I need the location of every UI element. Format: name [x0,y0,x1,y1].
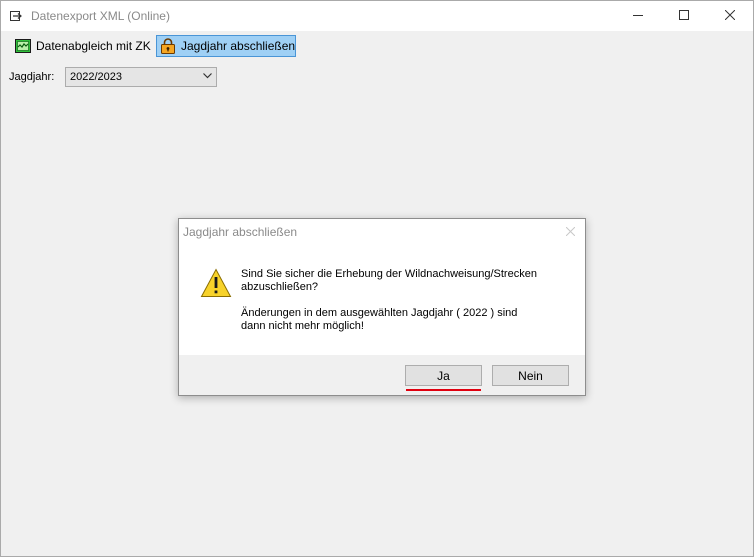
sync-chart-icon [15,39,31,53]
title-bar[interactable]: Datenexport XML (Online) [1,1,753,31]
confirm-dialog: Jagdjahr abschließen Sind Sie sicher die… [178,218,586,396]
dialog-button-bar: Ja Nein [179,355,585,395]
dialog-message-warning: Änderungen in dem ausgewählten Jagdjahr … [241,307,517,333]
chevron-down-icon [203,73,212,79]
toolbar-button-label: Datenabgleich mit ZK [36,39,151,53]
jagdjahr-select[interactable]: 2022/2023 [65,67,217,87]
lock-icon [161,38,175,54]
export-app-icon [10,11,22,21]
maximize-button[interactable] [661,1,707,31]
toolbar-button-label: Jagdjahr abschließen [181,39,296,53]
close-button[interactable] [707,1,753,31]
dialog-title: Jagdjahr abschließen [183,225,298,239]
maximize-icon [679,10,689,20]
close-icon [725,10,735,20]
message-line: abzuschließen? [241,281,319,293]
minimize-icon [633,15,643,16]
message-line: Sind Sie sicher die Erhebung der Wildnac… [241,268,537,280]
dialog-message-question: Sind Sie sicher die Erhebung der Wildnac… [241,268,537,294]
toolbar: Datenabgleich mit ZK Jagdjahr abschließe… [1,32,753,59]
jagdjahr-selected-value: 2022/2023 [70,71,122,83]
no-button[interactable]: Nein [492,365,569,386]
message-line: dann nicht mehr möglich! [241,320,364,332]
minimize-button[interactable] [615,1,661,31]
warning-icon [200,268,232,297]
yes-button[interactable]: Ja [405,365,482,386]
message-line: Änderungen in dem ausgewählten Jagdjahr … [241,307,518,319]
main-window: Datenexport XML (Online) Datenabgleich m… [0,0,754,557]
jagdjahr-label: Jagdjahr: [9,71,55,83]
window-title: Datenexport XML (Online) [31,9,170,23]
dialog-close-icon[interactable] [566,227,575,236]
yes-button-highlight [406,389,481,391]
toolbar-button-datenabgleich[interactable]: Datenabgleich mit ZK [12,35,154,57]
toolbar-button-jagdjahr-abschliessen[interactable]: Jagdjahr abschließen [156,35,296,57]
